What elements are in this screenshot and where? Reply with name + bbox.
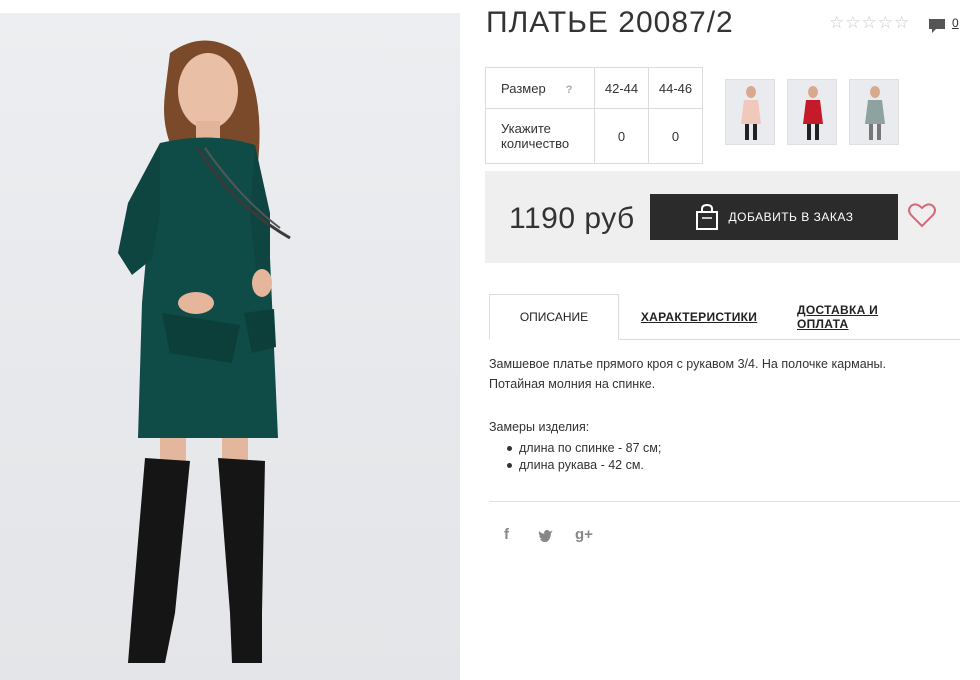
star-icon[interactable]: ☆ (878, 13, 893, 33)
size-option: 44-46 (648, 67, 703, 109)
star-icon[interactable]: ☆ (845, 13, 860, 33)
size-label-cell: Размер? (485, 67, 595, 109)
thumb-pink-dress[interactable] (725, 79, 775, 145)
tabs: ОПИСАНИЕ ХАРАКТЕРИСТИКИ ДОСТАВКА И ОПЛАТ… (489, 294, 960, 340)
help-icon[interactable]: ? (566, 84, 573, 96)
tab-characteristics[interactable]: ХАРАКТЕРИСТИКИ (639, 294, 759, 340)
price: 1190 руб (509, 202, 635, 235)
star-icon[interactable]: ☆ (894, 13, 909, 33)
size-option: 42-44 (594, 67, 649, 109)
comment-count[interactable]: 0 (952, 16, 959, 30)
star-icon[interactable]: ☆ (862, 13, 877, 33)
tab-description[interactable]: ОПИСАНИЕ (489, 294, 619, 340)
quantity-input[interactable]: 0 (648, 108, 703, 164)
star-icon[interactable]: ☆ (829, 13, 844, 33)
description: Замшевое платье прямого кроя с рукавом 3… (489, 354, 949, 394)
product-photo[interactable] (0, 13, 460, 680)
size-label: Размер (501, 80, 546, 96)
comment-icon[interactable] (928, 17, 946, 35)
add-to-order-button[interactable]: ДОБАВИТЬ В ЗАКАЗ (650, 194, 898, 240)
measure-list: длина по спинке - 87 см; длина рукава - … (507, 440, 661, 474)
price-bar: 1190 руб ДОБАВИТЬ В ЗАКАЗ (485, 171, 960, 263)
divider (489, 501, 960, 502)
thumb-red-dress[interactable] (787, 79, 837, 145)
add-to-order-label: ДОБАВИТЬ В ЗАКАЗ (728, 210, 854, 224)
list-item: длина по спинке - 87 см; (507, 440, 661, 457)
shopping-bag-icon (695, 204, 718, 230)
measure-title: Замеры изделия: (489, 420, 590, 434)
quantity-input[interactable]: 0 (594, 108, 649, 164)
model-illustration (118, 40, 291, 663)
twitter-icon[interactable] (538, 529, 553, 542)
thumb-grey-dress[interactable] (849, 79, 899, 145)
description-line: Замшевое платье прямого кроя с рукавом 3… (489, 357, 887, 371)
description-line: Потайная молния на спинке. (489, 377, 656, 391)
facebook-icon[interactable]: f (504, 526, 509, 543)
list-item: длина рукава - 42 см. (507, 457, 661, 474)
heart-icon[interactable] (908, 202, 936, 228)
tab-delivery-payment[interactable]: ДОСТАВКА И ОПЛАТА (797, 294, 929, 340)
rating-stars[interactable]: ☆ ☆ ☆ ☆ ☆ (829, 13, 909, 33)
quantity-label: Укажите количество (485, 108, 595, 164)
google-plus-icon[interactable]: g+ (575, 526, 593, 543)
size-table: Размер? 42-44 44-46 Укажите количество 0… (485, 67, 703, 164)
product-title: ПЛАТЬЕ 20087/2 (486, 6, 734, 39)
